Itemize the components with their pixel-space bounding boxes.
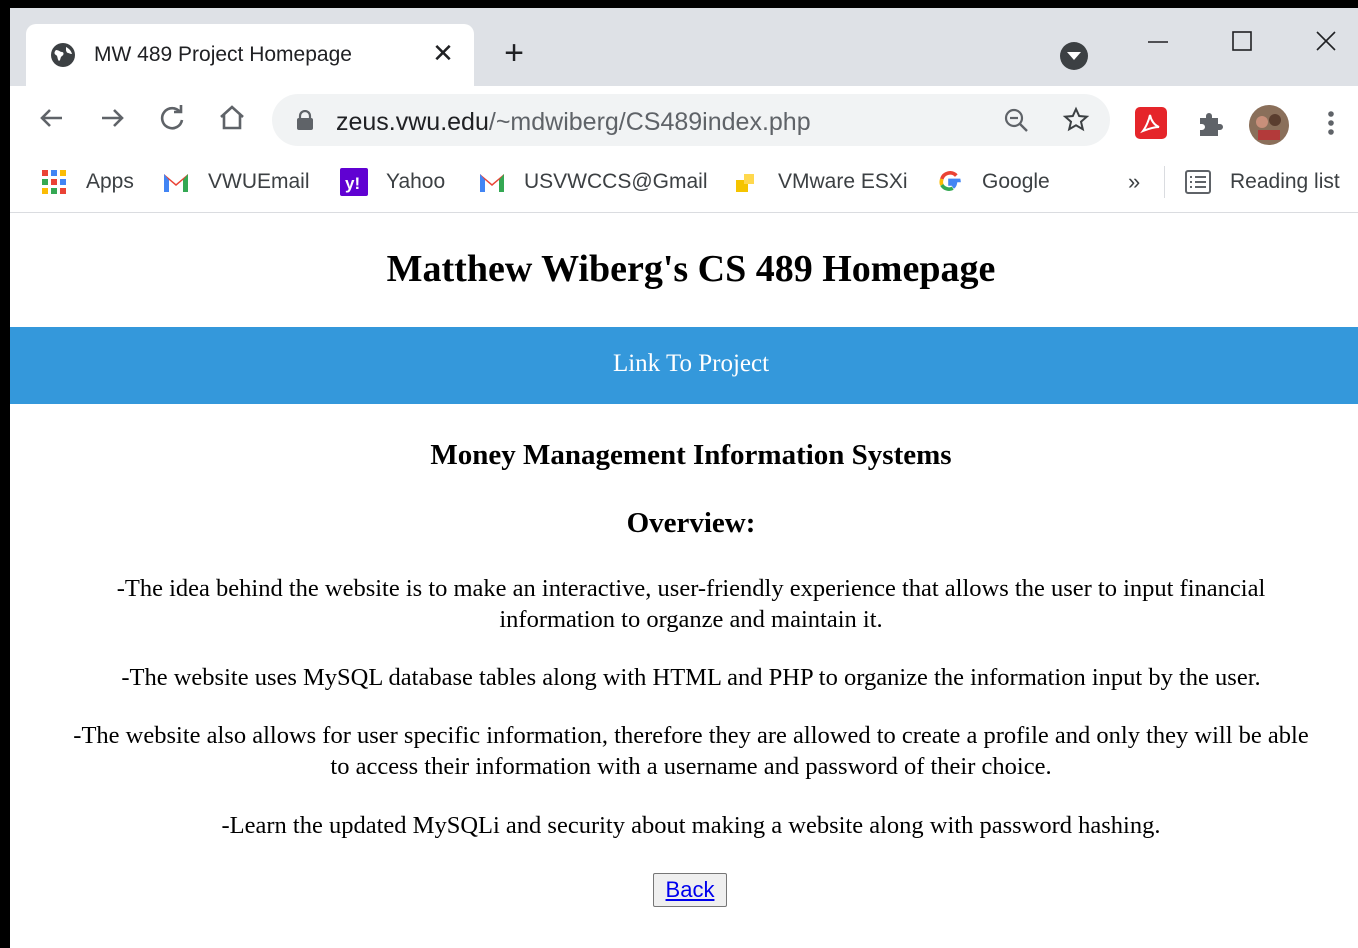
bookmarks-overflow-button[interactable]: » bbox=[1128, 168, 1140, 196]
browser-window: MW 489 Project Homepage ✕ + zeus.vwu.edu… bbox=[10, 8, 1358, 948]
page-title: Matthew Wiberg's CS 489 Homepage bbox=[386, 248, 996, 290]
bookmark-label: VWUEmail bbox=[208, 170, 310, 193]
vmware-icon bbox=[736, 174, 754, 192]
more-menu-icon[interactable] bbox=[1314, 106, 1348, 140]
paragraph-line: -The website also allows for user specif… bbox=[73, 722, 1309, 749]
extensions-puzzle-icon[interactable] bbox=[1194, 106, 1228, 140]
profile-avatar[interactable] bbox=[1248, 104, 1290, 146]
forward-arrow-icon[interactable] bbox=[94, 100, 130, 136]
project-banner: Link To Project bbox=[10, 327, 1358, 404]
bookmark-label: Google bbox=[982, 170, 1050, 193]
paragraph-mysql: -The website uses MySQL database tables … bbox=[121, 664, 1261, 691]
svg-text:y!: y! bbox=[345, 174, 360, 193]
reading-list-icon bbox=[1185, 170, 1211, 194]
toolbar: zeus.vwu.edu/~mdwiberg/CS489index.php bbox=[10, 86, 1358, 152]
reload-icon[interactable] bbox=[154, 100, 190, 136]
page-content: Matthew Wiberg's CS 489 Homepage Link To… bbox=[10, 213, 1358, 948]
bookmark-label: Apps bbox=[86, 170, 134, 193]
close-tab-icon[interactable]: ✕ bbox=[428, 38, 458, 68]
minimize-icon[interactable] bbox=[1130, 22, 1186, 62]
adobe-pdf-icon[interactable] bbox=[1134, 106, 1168, 140]
paragraph-user-specific: -The website also allows for user specif… bbox=[10, 720, 1358, 782]
bookmark-google[interactable]: Google bbox=[936, 168, 1050, 196]
bookmark-apps[interactable]: Apps bbox=[40, 168, 134, 196]
url-domain: zeus.vwu.edu bbox=[336, 108, 489, 136]
paragraph-line: to access their information with a usern… bbox=[330, 753, 1052, 780]
project-subtitle: Money Management Information Systems bbox=[430, 439, 952, 471]
tab-strip: MW 489 Project Homepage ✕ + bbox=[10, 8, 1358, 86]
gmail-icon bbox=[164, 174, 188, 192]
bookmark-vwuemail[interactable]: VWUEmail bbox=[162, 168, 310, 196]
apps-grid-icon bbox=[42, 170, 66, 194]
google-icon bbox=[939, 171, 961, 191]
bookmark-label: USVWCCS@Gmail bbox=[524, 170, 708, 193]
bookmarks-bar: Apps VWUEmail y! Yahoo USVWCCS@Gmail VMw… bbox=[10, 152, 1358, 213]
reading-list-button[interactable]: Reading list bbox=[1184, 168, 1340, 196]
new-tab-button[interactable]: + bbox=[494, 34, 534, 74]
maximize-icon[interactable] bbox=[1214, 22, 1270, 62]
paragraph-security: -Learn the updated MySQLi and security a… bbox=[221, 812, 1161, 839]
zoom-out-icon[interactable] bbox=[1002, 106, 1030, 134]
yahoo-icon: y! bbox=[340, 168, 368, 196]
paragraph-idea: -The idea behind the website is to make … bbox=[10, 573, 1358, 635]
project-link[interactable]: Link To Project bbox=[10, 350, 1358, 378]
reading-list-label: Reading list bbox=[1230, 170, 1340, 193]
gmail-icon bbox=[480, 174, 504, 192]
back-button[interactable]: Back bbox=[653, 873, 727, 907]
home-icon[interactable] bbox=[214, 100, 250, 136]
tab-active[interactable]: MW 489 Project Homepage ✕ bbox=[26, 24, 474, 86]
overview-heading: Overview: bbox=[626, 507, 756, 539]
paragraph-line: -The idea behind the website is to make … bbox=[116, 575, 1266, 602]
bookmark-usvwccs-gmail[interactable]: USVWCCS@Gmail bbox=[478, 168, 708, 196]
lock-icon[interactable] bbox=[296, 110, 314, 130]
bookmarks-divider bbox=[1164, 166, 1165, 198]
tab-title: MW 489 Project Homepage bbox=[94, 43, 352, 66]
star-icon[interactable] bbox=[1062, 106, 1090, 134]
globe-icon bbox=[51, 43, 75, 67]
tab-search-icon[interactable] bbox=[1060, 42, 1088, 70]
bookmark-yahoo[interactable]: y! Yahoo bbox=[340, 168, 445, 196]
bookmark-label: VMware ESXi bbox=[778, 170, 908, 193]
close-window-icon[interactable] bbox=[1298, 22, 1354, 62]
bookmark-label: Yahoo bbox=[386, 170, 446, 193]
url-path: /~mdwiberg/CS489index.php bbox=[488, 108, 811, 136]
address-bar[interactable]: zeus.vwu.edu/~mdwiberg/CS489index.php bbox=[272, 94, 1110, 146]
paragraph-line: information to organze and maintain it. bbox=[499, 606, 883, 633]
url-text[interactable]: zeus.vwu.edu/~mdwiberg/CS489index.php bbox=[336, 108, 811, 137]
bookmark-vmware-esxi[interactable]: VMware ESXi bbox=[732, 168, 908, 196]
back-arrow-icon[interactable] bbox=[34, 100, 70, 136]
